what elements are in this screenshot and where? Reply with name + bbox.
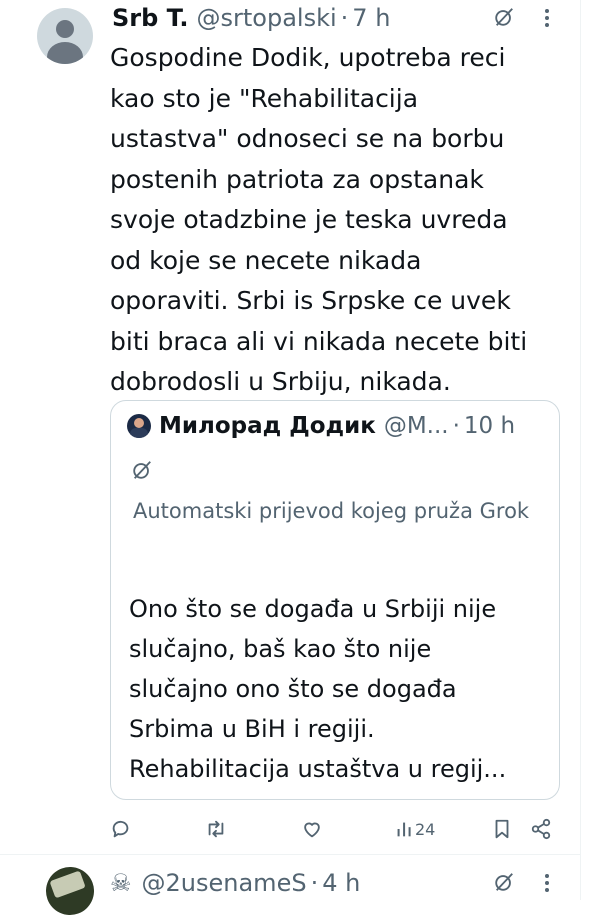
- reply-button[interactable]: [110, 815, 132, 843]
- like-button[interactable]: [301, 815, 323, 843]
- quote-line: slučajno ono što se događa: [129, 675, 457, 703]
- tweet-header: ☠ @2usenameS · 4 h: [110, 867, 360, 899]
- tweet-header: Srb T. @srtopalski · 7 h: [112, 2, 390, 34]
- timeline: Srb T. @srtopalski · 7 h Gospodine Dodik…: [0, 0, 581, 922]
- grok-icon: [133, 461, 151, 479]
- bookmark-icon: [495, 819, 509, 839]
- more-icon[interactable]: [544, 871, 550, 895]
- separator-dot: ·: [310, 869, 319, 897]
- tweet-line: dobrodosli u Srbiju, nikada.: [110, 367, 451, 396]
- quote-text: Ono što se događa u Srbiji nije slučajno…: [129, 589, 549, 789]
- quote-avatar: [127, 414, 151, 438]
- bookmark-button[interactable]: [492, 815, 512, 843]
- views-icon: [397, 822, 411, 837]
- quote-line: Srbima u BiH i regiji.: [129, 715, 375, 743]
- tweet-line: oporaviti. Srbi is Srpske ce uvek: [110, 286, 511, 315]
- tweet-line: postenih patriota za opstanak: [110, 164, 484, 194]
- tweet-actions: 24: [108, 815, 558, 845]
- author-handle[interactable]: @2usenameS: [142, 869, 307, 897]
- tweet-time[interactable]: 4 h: [322, 869, 360, 897]
- retweet-icon: [208, 820, 224, 838]
- tweet-line: od koje se necete nikada: [110, 245, 422, 275]
- tweet-line: ustastva" odnoseci se na borbu: [110, 124, 505, 153]
- tweet[interactable]: Srb T. @srtopalski · 7 h Gospodine Dodik…: [0, 0, 580, 852]
- quote-header: Милорад Додик @M... · 10 h: [127, 413, 515, 439]
- separator-dot: ·: [340, 4, 349, 32]
- quote-time: 10 h: [463, 413, 516, 439]
- quote-line: Rehabilitacija ustaštva u regij...: [129, 755, 507, 783]
- tweet-line: biti braca ali vi nikada necete biti: [110, 326, 528, 356]
- retweet-button[interactable]: [204, 815, 228, 843]
- avatar[interactable]: [37, 8, 93, 64]
- author-handle[interactable]: @srtopalski: [197, 4, 337, 32]
- tweet-text: Gospodine Dodik, upotreba reci kao sto j…: [110, 38, 560, 403]
- grok-icon[interactable]: [493, 6, 515, 28]
- quote-line: Ono što se događa u Srbiji nije: [129, 595, 497, 623]
- tweet[interactable]: ☠ @2usenameS · 4 h: [0, 855, 580, 922]
- views-count: 24: [415, 819, 436, 839]
- author-name[interactable]: Srb T.: [112, 4, 189, 32]
- quote-author-name: Милорад Додик: [159, 413, 376, 439]
- reply-icon: [112, 820, 129, 838]
- grok-icon[interactable]: [493, 871, 515, 893]
- quote-author-handle: @M...: [383, 413, 449, 439]
- separator-dot: ·: [452, 413, 460, 439]
- views-button[interactable]: 24: [395, 815, 435, 843]
- tweet-line: svoje otadzbine je teska uvreda: [110, 205, 508, 234]
- more-icon[interactable]: [544, 6, 550, 30]
- skull-icon: ☠: [110, 869, 132, 897]
- share-icon: [531, 818, 551, 840]
- quoted-tweet[interactable]: Милорад Додик @M... · 10 h Automatski pr…: [110, 400, 560, 800]
- tweet-line: Gospodine Dodik, upotreba reci: [110, 43, 506, 72]
- tweet-time[interactable]: 7 h: [352, 4, 390, 32]
- avatar[interactable]: [39, 860, 101, 922]
- quote-line: slučajno, baš kao što nije: [129, 635, 432, 663]
- translation-note: Automatski prijevod kojeg pruža Grok: [133, 499, 530, 523]
- tweet-line: kao sto je "Rehabilitacija: [110, 83, 419, 113]
- like-icon: [304, 822, 320, 838]
- share-button[interactable]: [530, 815, 552, 843]
